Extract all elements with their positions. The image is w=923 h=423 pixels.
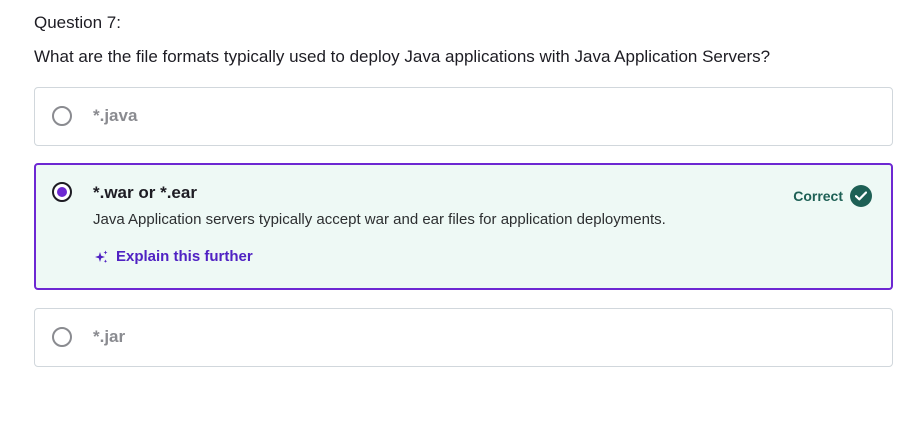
- check-circle-icon: [850, 185, 872, 207]
- radio-button-selected[interactable]: [52, 182, 72, 202]
- explain-link-label: Explain this further: [116, 248, 253, 265]
- status-text: Correct: [793, 188, 843, 204]
- sparkle-icon: [94, 250, 108, 264]
- answer-option-3[interactable]: *.jar: [34, 308, 893, 367]
- answer-option-2[interactable]: *.war or *.ear Correct Java Application …: [34, 163, 893, 290]
- option-label: *.jar: [93, 327, 126, 346]
- correct-badge: Correct: [793, 184, 872, 208]
- question-text: What are the file formats typically used…: [34, 47, 771, 66]
- question-number: Question 7:: [34, 13, 121, 32]
- radio-button-unselected[interactable]: [52, 106, 72, 126]
- explain-further-button[interactable]: Explain this further: [94, 248, 253, 265]
- option-label: *.war or *.ear: [93, 183, 197, 202]
- answer-explanation: Java Application servers typically accep…: [93, 211, 666, 228]
- option-label: *.java: [93, 106, 138, 125]
- radio-button-unselected[interactable]: [52, 327, 72, 347]
- answer-option-1[interactable]: *.java: [34, 87, 893, 146]
